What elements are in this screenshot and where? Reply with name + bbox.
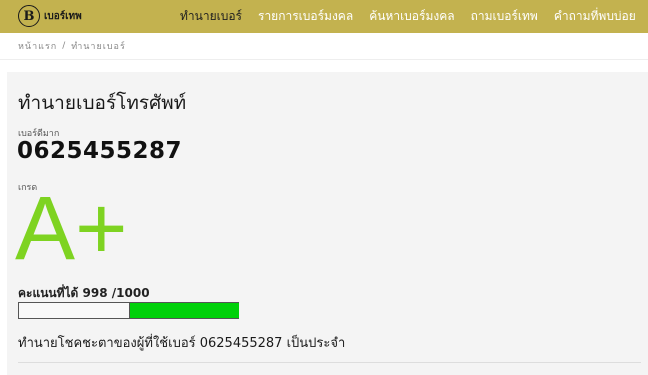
grade-value: A+: [15, 179, 128, 279]
nav-item-4[interactable]: คำถามที่พบบ่อย: [554, 7, 636, 26]
site-logo[interactable]: B เบอร์เทพ: [18, 4, 82, 28]
fortune-heading: ทำนายโชคชะตาของผู้ที่ใช้เบอร์ 0625455287…: [18, 336, 346, 351]
main-nav: ทำนายเบอร์ รายการเบอร์มงคล ค้นหาเบอร์มงคล ถ…: [180, 0, 648, 33]
nav-item-0[interactable]: ทำนายเบอร์: [180, 7, 242, 26]
breadcrumb: หน้าแรก / ทำนายเบอร์: [0, 33, 648, 59]
result-card: ทำนายเบอร์โทรศัพท์ เบอร์ดีมาก 0625455287…: [7, 72, 648, 375]
score-text: คะแนนที่ได้ 998 /1000: [18, 286, 150, 300]
score-progress-fill: [129, 303, 239, 318]
header-divider: [0, 59, 648, 60]
page-title: ทำนายเบอร์โทรศัพท์: [18, 92, 187, 114]
logo-mark-icon: B: [18, 5, 40, 27]
score-progress-bar: [18, 302, 239, 319]
nav-item-1[interactable]: รายการเบอร์มงคล: [258, 7, 353, 26]
breadcrumb-separator: /: [62, 41, 67, 51]
breadcrumb-current: ทำนายเบอร์: [71, 42, 126, 52]
nav-item-2[interactable]: ค้นหาเบอร์มงคล: [369, 7, 454, 26]
nav-item-3[interactable]: ถามเบอร์เทพ: [471, 7, 538, 26]
section-divider: [18, 362, 641, 363]
phone-number: 0625455287: [17, 138, 183, 164]
logo-text: เบอร์เทพ: [44, 10, 82, 22]
site-header: B เบอร์เทพ ทำนายเบอร์ รายการเบอร์มงคล ค้นห…: [0, 0, 648, 33]
breadcrumb-home[interactable]: หน้าแรก: [18, 39, 57, 53]
